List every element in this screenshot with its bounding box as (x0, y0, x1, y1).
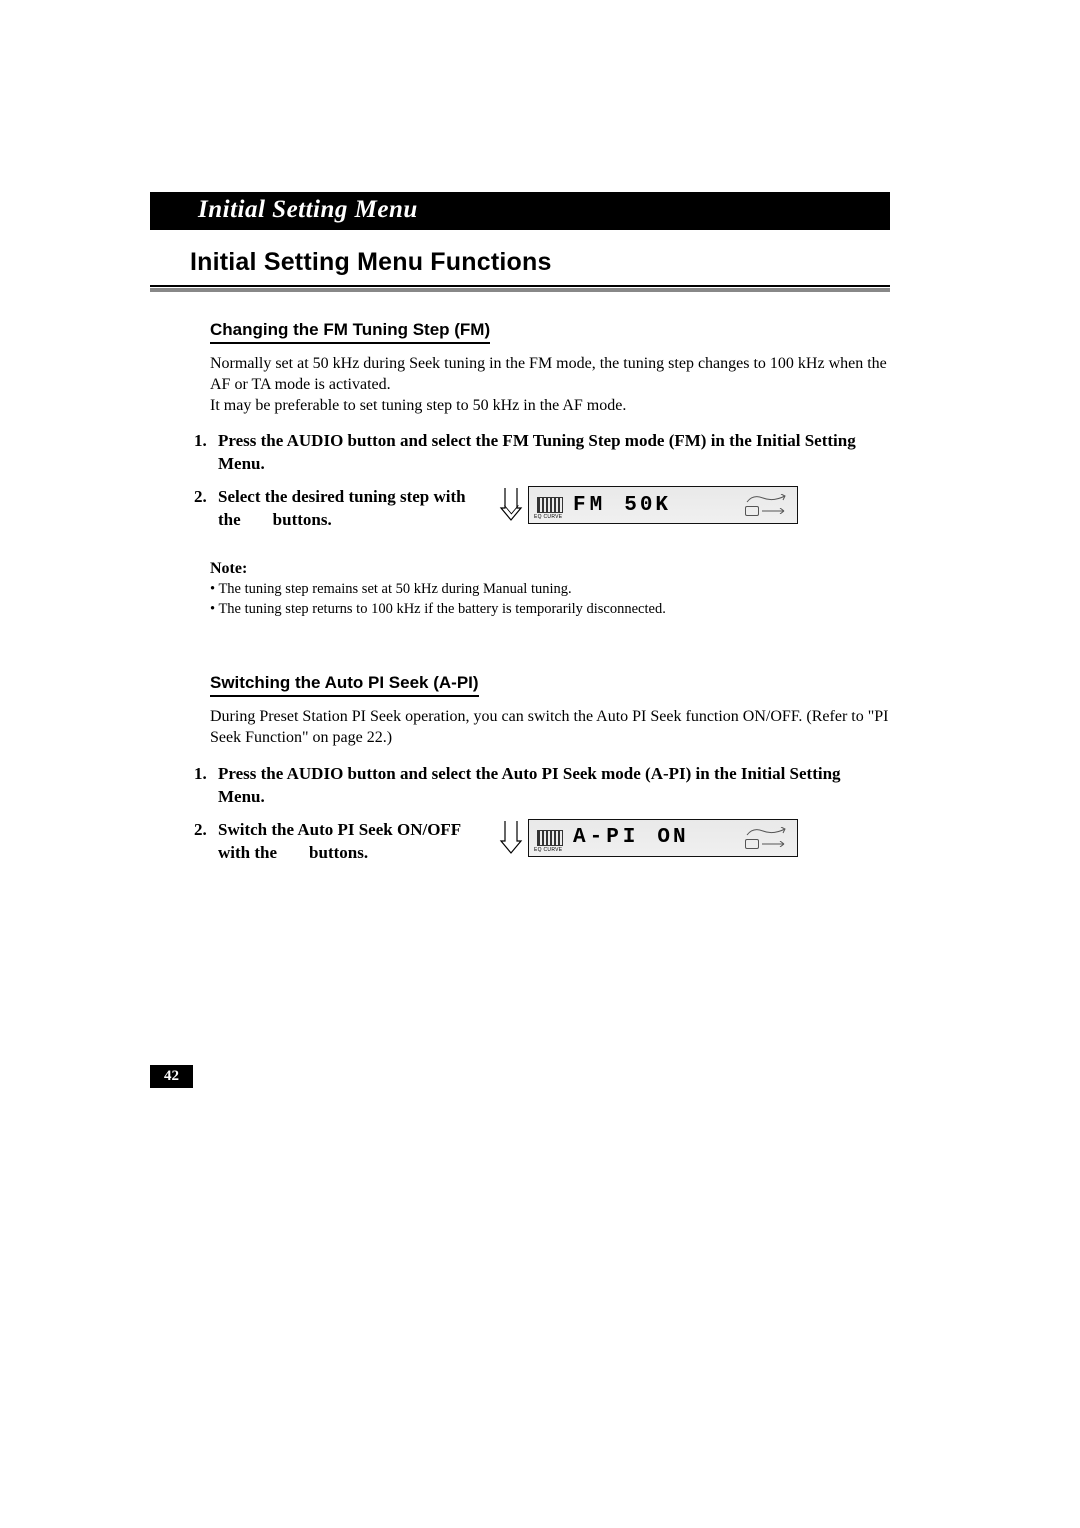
lcd-panel: EQ CURVE FM 50K (528, 486, 798, 524)
pointer-icon (499, 486, 525, 532)
lcd-arrows-icon (743, 494, 789, 516)
page-heading: Initial Setting Menu Functions (190, 248, 890, 277)
step-item-with-display: 2. Select the desired tuning step with t… (194, 486, 890, 532)
step-text: Select the desired tuning step with theb… (218, 486, 479, 532)
lcd-arrows-icon (743, 827, 789, 849)
step-item: 1. Press the AUDIO button and select the… (194, 430, 890, 476)
pointer-icon (499, 819, 525, 865)
note-list: The tuning step remains set at 50 kHz du… (210, 580, 890, 619)
section-banner: Initial Setting Menu (150, 192, 890, 230)
body-para: Normally set at 50 kHz during Seek tunin… (210, 354, 890, 396)
eq-curve-icon (537, 497, 563, 513)
lcd-mode-text: FM (573, 494, 606, 517)
eq-curve-icon (537, 830, 563, 846)
step-text: Press the AUDIO button and select the Au… (218, 763, 890, 809)
subheading-fm-step: Changing the FM Tuning Step (FM) (210, 320, 490, 344)
eq-curve-label: EQ CURVE (534, 514, 562, 520)
body-para: During Preset Station PI Seek operation,… (210, 707, 890, 749)
subheading-api: Switching the Auto PI Seek (A-PI) (210, 673, 479, 697)
step-text: Press the AUDIO button and select the FM… (218, 430, 890, 476)
lcd-illustration: EQ CURVE A-PI ON (499, 819, 798, 865)
lcd-value-text: 50K (624, 494, 671, 517)
body-para: It may be preferable to set tuning step … (210, 396, 890, 417)
step-item: 1. Press the AUDIO button and select the… (194, 763, 890, 809)
lcd-value-text: ON (657, 826, 688, 849)
note-item: The tuning step returns to 100 kHz if th… (210, 600, 890, 620)
step-number: 1. (194, 430, 212, 476)
note-label: Note: (210, 560, 890, 578)
banner-title: Initial Setting Menu (198, 196, 418, 223)
step-number: 2. (194, 486, 212, 532)
lcd-panel: EQ CURVE A-PI ON (528, 819, 798, 857)
lcd-illustration: EQ CURVE FM 50K (499, 486, 798, 532)
step-number: 2. (194, 819, 212, 865)
note-item: The tuning step remains set at 50 kHz du… (210, 580, 890, 600)
eq-curve-label: EQ CURVE (534, 847, 562, 853)
step-text: Switch the Auto PI Seek ON/OFF with theb… (218, 819, 479, 865)
lcd-mode-text: A-PI (573, 826, 639, 849)
step-item-with-display: 2. Switch the Auto PI Seek ON/OFF with t… (194, 819, 890, 865)
heading-rule (150, 285, 890, 292)
page-content: Initial Setting Menu Initial Setting Men… (150, 192, 890, 865)
step-number: 1. (194, 763, 212, 809)
page-number: 42 (150, 1065, 193, 1088)
